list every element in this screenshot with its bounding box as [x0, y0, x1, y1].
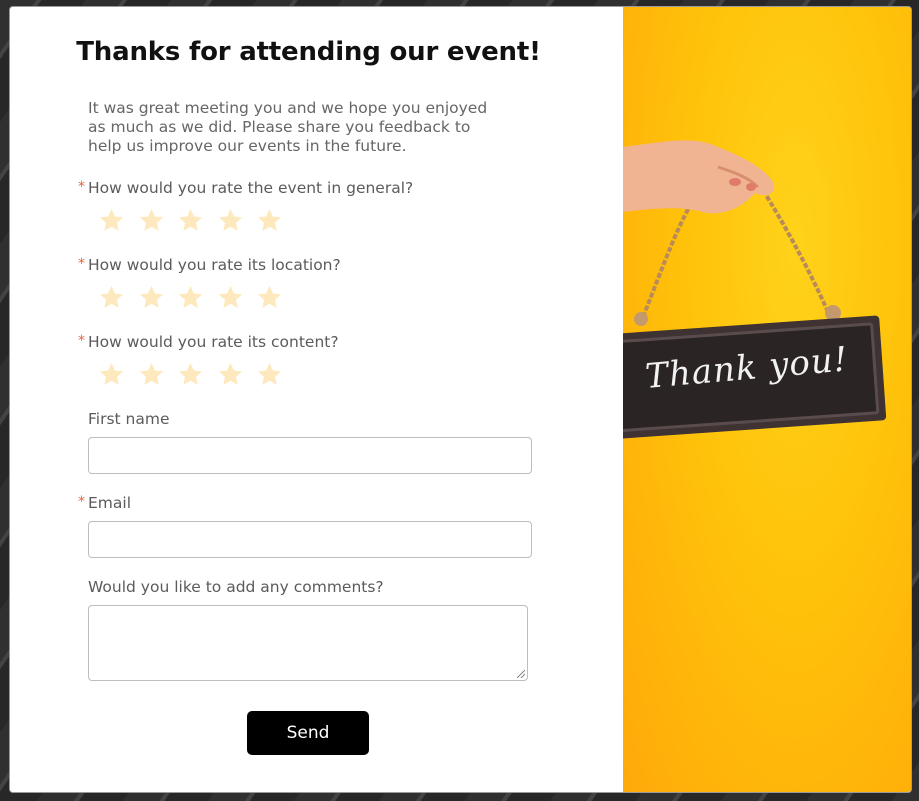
rating-general	[98, 207, 283, 234]
comments-label: Would you like to add any comments?	[88, 578, 384, 596]
rating-content	[98, 361, 283, 388]
send-button[interactable]: Send	[247, 711, 369, 755]
question-label-text: How would you rate the event in general?	[88, 179, 414, 197]
required-asterisk: *	[78, 494, 85, 510]
star-icon[interactable]	[138, 361, 165, 388]
first-name-field[interactable]	[88, 437, 532, 474]
required-asterisk: *	[78, 256, 85, 272]
question-location-label: * How would you rate its location?	[78, 256, 341, 274]
email-label: * Email	[78, 494, 132, 512]
rating-location	[98, 284, 283, 311]
hanging-sign-illustration	[623, 140, 887, 440]
feedback-form: Thanks for attending our event! It was g…	[10, 7, 623, 792]
resize-handle-icon[interactable]	[517, 670, 525, 678]
star-icon[interactable]	[98, 207, 125, 234]
star-icon[interactable]	[138, 207, 165, 234]
question-general-label: * How would you rate the event in genera…	[78, 179, 414, 197]
comments-textarea[interactable]	[88, 605, 528, 681]
first-name-label: First name	[88, 410, 170, 428]
star-icon[interactable]	[217, 284, 244, 311]
question-label-text: How would you rate its content?	[88, 333, 339, 351]
star-icon[interactable]	[177, 284, 204, 311]
email-field[interactable]	[88, 521, 532, 558]
star-icon[interactable]	[98, 284, 125, 311]
star-icon[interactable]	[256, 361, 283, 388]
star-icon[interactable]	[177, 361, 204, 388]
question-content-label: * How would you rate its content?	[78, 333, 339, 351]
star-icon[interactable]	[256, 284, 283, 311]
required-asterisk: *	[78, 333, 85, 349]
required-asterisk: *	[78, 179, 85, 195]
form-intro: It was great meeting you and we hope you…	[88, 99, 488, 155]
star-icon[interactable]	[177, 207, 204, 234]
form-title: Thanks for attending our event!	[76, 37, 541, 67]
question-label-text: How would you rate its location?	[88, 256, 341, 274]
star-icon[interactable]	[217, 361, 244, 388]
email-label-text: Email	[88, 494, 132, 512]
star-icon[interactable]	[256, 207, 283, 234]
thank-you-image: Thank you!	[623, 7, 911, 792]
star-icon[interactable]	[98, 361, 125, 388]
feedback-modal: Thanks for attending our event! It was g…	[10, 7, 911, 792]
star-icon[interactable]	[217, 207, 244, 234]
star-icon[interactable]	[138, 284, 165, 311]
